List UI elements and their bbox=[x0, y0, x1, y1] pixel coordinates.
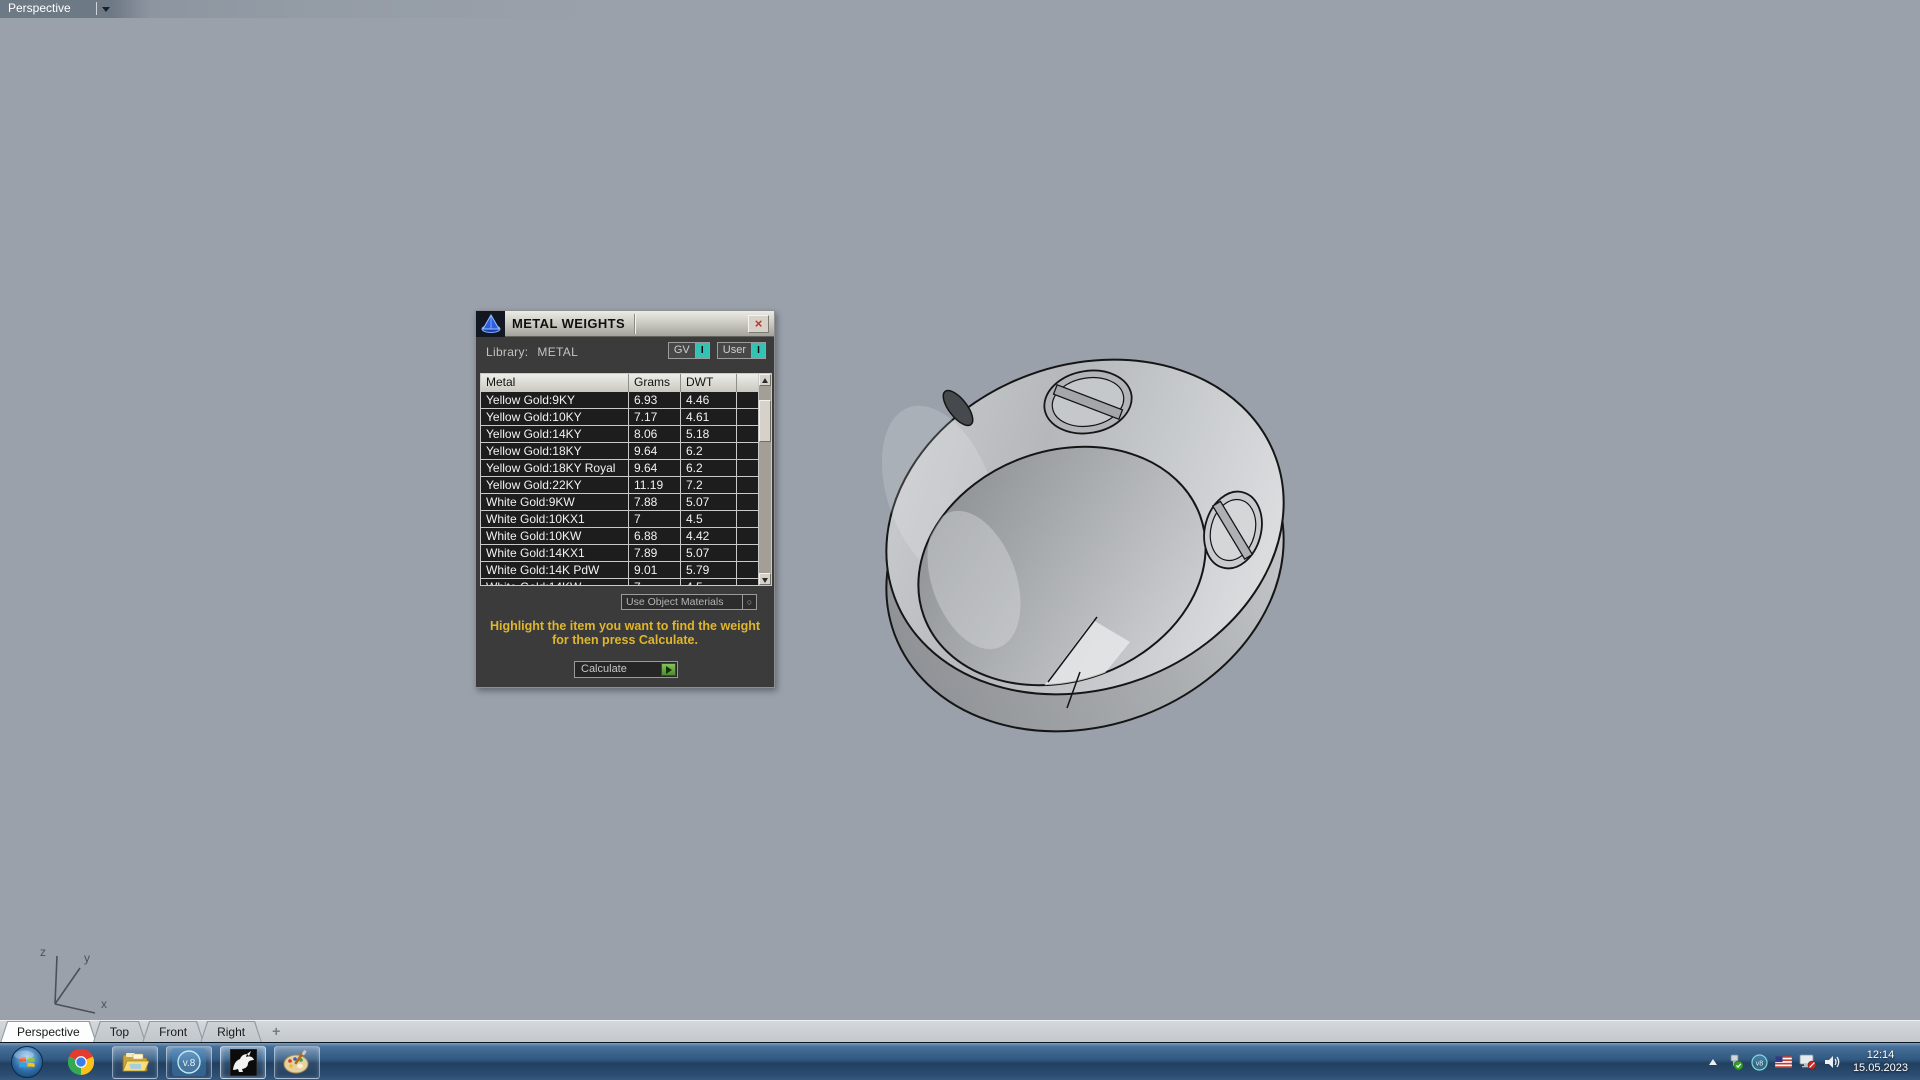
metal-weights-dialog: METAL WEIGHTS × Library: METAL GV I User … bbox=[475, 310, 775, 688]
calculate-go-icon bbox=[661, 663, 676, 676]
viewport-tab-bar: Perspective Top Front Right + bbox=[0, 1020, 1920, 1042]
titlebar-groove bbox=[634, 314, 636, 334]
show-hidden-icons-arrow[interactable] bbox=[1707, 1057, 1719, 1067]
paint-icon[interactable] bbox=[274, 1045, 320, 1079]
scroll-down-icon[interactable] bbox=[759, 573, 771, 585]
user-toggle-button[interactable]: User I bbox=[716, 342, 766, 359]
table-row[interactable]: Yellow Gold:18KY 9.64 6.2 bbox=[481, 443, 771, 460]
viewport-title-divider bbox=[96, 2, 97, 15]
instruction-text-line2: for then press Calculate. bbox=[552, 633, 698, 647]
tab-right[interactable]: Right bbox=[200, 1021, 262, 1043]
tray-v8-label: v8 bbox=[1756, 1060, 1764, 1067]
metal-weights-table: Metal Grams DWT Yellow Gold:9KY 6.93 4.46 … bbox=[480, 373, 772, 586]
close-icon[interactable]: × bbox=[748, 315, 769, 333]
file-explorer-icon[interactable] bbox=[112, 1045, 158, 1079]
add-viewport-tab-icon[interactable]: + bbox=[258, 1021, 294, 1042]
col-header-spacer bbox=[737, 374, 760, 392]
v8-label: v.8 bbox=[183, 1058, 196, 1069]
radio-circle-icon: ○ bbox=[742, 595, 756, 609]
v8-tray-icon[interactable]: v8 bbox=[1751, 1053, 1768, 1071]
network-status-icon[interactable] bbox=[1799, 1054, 1817, 1070]
taskbar-clock[interactable]: 12:14 15.05.2023 bbox=[1849, 1049, 1916, 1075]
usb-safely-remove-icon[interactable] bbox=[1726, 1053, 1744, 1071]
start-button[interactable] bbox=[4, 1046, 50, 1079]
table-row-partial[interactable]: White Gold:14KW74.5 bbox=[481, 579, 771, 585]
volume-icon[interactable] bbox=[1824, 1054, 1842, 1070]
table-row[interactable]: White Gold:10KW 6.88 4.42 bbox=[481, 528, 771, 545]
axis-y-label: y bbox=[84, 951, 90, 965]
col-header-metal: Metal bbox=[481, 374, 629, 392]
table-row[interactable]: White Gold:9KW 7.88 5.07 bbox=[481, 494, 771, 511]
table-row[interactable]: Yellow Gold:14KY 8.06 5.18 bbox=[481, 426, 771, 443]
v8-app-icon[interactable]: v.8 bbox=[166, 1045, 212, 1079]
axis-gnomon: z y x bbox=[40, 945, 107, 1014]
table-row[interactable]: Yellow Gold:18KY Royal 9.64 6.2 bbox=[481, 460, 771, 477]
cone-app-icon bbox=[476, 311, 505, 337]
viewport-title-strip: Perspective bbox=[0, 0, 1920, 18]
scroll-up-icon[interactable] bbox=[759, 374, 771, 386]
table-row[interactable]: White Gold:10KX1 7 4.5 bbox=[481, 511, 771, 528]
tab-front[interactable]: Front bbox=[142, 1021, 204, 1043]
tab-top[interactable]: Top bbox=[93, 1021, 146, 1043]
axis-z-label: z bbox=[40, 945, 46, 959]
table-row[interactable]: White Gold:14KX1 7.89 5.07 bbox=[481, 545, 771, 562]
gv-toggle-indicator[interactable]: I bbox=[694, 343, 709, 358]
table-row[interactable]: White Gold:14K PdW 9.01 5.79 bbox=[481, 562, 771, 579]
keyboard-language-flag-icon[interactable] bbox=[1774, 1056, 1792, 1068]
col-header-dwt: DWT bbox=[681, 374, 737, 392]
clock-time: 12:14 bbox=[1866, 1049, 1895, 1061]
viewport-dropdown-icon[interactable] bbox=[102, 7, 110, 12]
axis-x-label: x bbox=[101, 997, 107, 1011]
clock-date: 15.05.2023 bbox=[1852, 1062, 1908, 1074]
library-label: Library: METAL bbox=[486, 345, 579, 359]
user-toggle-indicator[interactable]: I bbox=[751, 343, 765, 358]
dialog-titlebar[interactable]: METAL WEIGHTS × bbox=[476, 311, 774, 337]
calculate-button[interactable]: Calculate bbox=[574, 661, 678, 678]
dialog-title: METAL WEIGHTS bbox=[512, 316, 626, 331]
col-header-grams: Grams bbox=[629, 374, 681, 392]
table-row[interactable]: Yellow Gold:10KY 7.17 4.61 bbox=[481, 409, 771, 426]
chrome-icon[interactable] bbox=[58, 1046, 104, 1079]
windows-taskbar: v.8 v8 12:14 15.05.2023 bbox=[0, 1042, 1920, 1080]
gv-toggle-button[interactable]: GV I bbox=[667, 342, 710, 359]
instruction-text-line1: Highlight the item you want to find the … bbox=[489, 619, 761, 633]
rhino-icon[interactable] bbox=[220, 1045, 266, 1079]
use-object-materials-button[interactable]: Use Object Materials ○ bbox=[621, 594, 757, 610]
scrollbar-thumb[interactable] bbox=[759, 400, 771, 442]
table-row[interactable]: Yellow Gold:9KY 6.93 4.46 bbox=[481, 392, 771, 409]
table-scrollbar[interactable] bbox=[758, 374, 771, 585]
ring-3d-model[interactable] bbox=[878, 342, 1302, 744]
table-header-row: Metal Grams DWT bbox=[481, 374, 771, 392]
table-row[interactable]: Yellow Gold:22KY 11.19 7.2 bbox=[481, 477, 771, 494]
viewport-title[interactable]: Perspective bbox=[8, 1, 71, 15]
tab-perspective[interactable]: Perspective bbox=[0, 1021, 97, 1043]
